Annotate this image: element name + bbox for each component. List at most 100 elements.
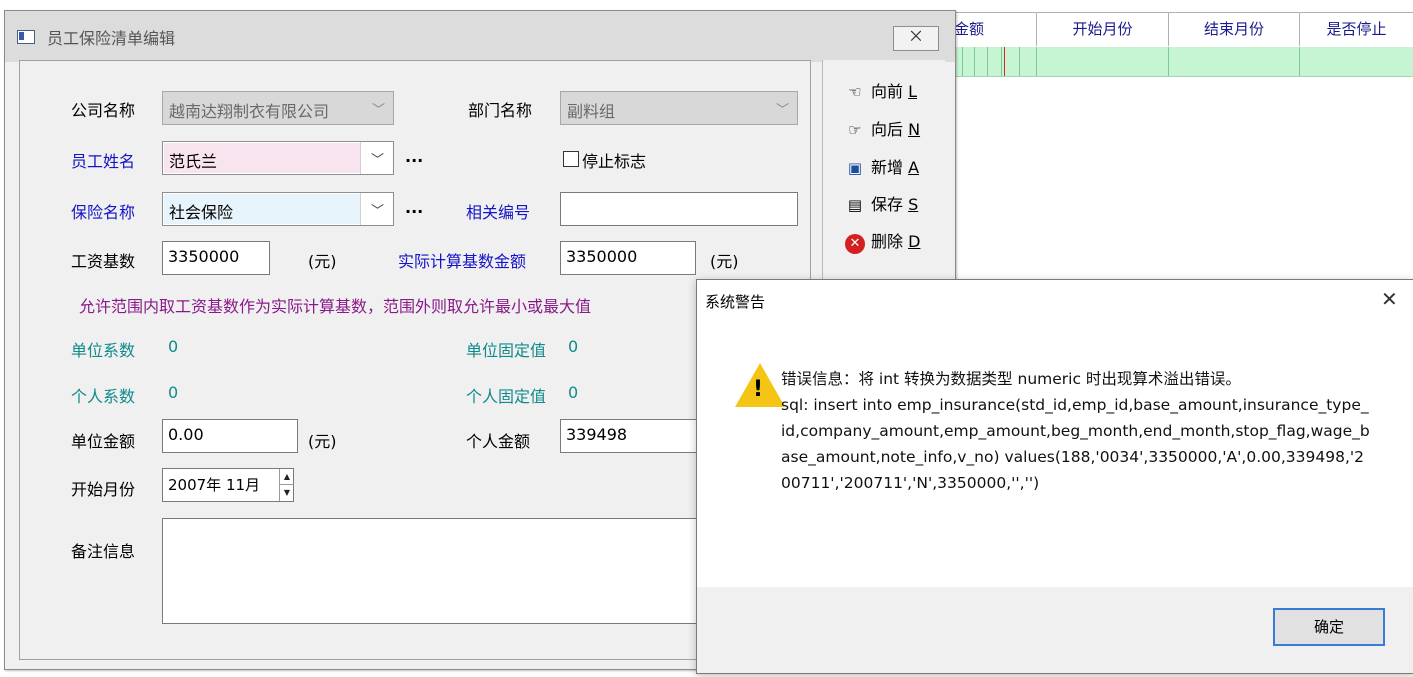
stop-flag-label: 停止标志 (582, 152, 647, 171)
company-amount-label: 单位金额 (71, 432, 136, 451)
dropdown-arrow[interactable]: ﹀ (360, 193, 393, 225)
close-icon: ⨉ (910, 29, 922, 45)
grid-cell[interactable] (975, 47, 988, 76)
company-label: 公司名称 (71, 101, 136, 120)
dialog-title: 系统警告 (705, 293, 766, 311)
grid-cell[interactable] (1169, 47, 1300, 76)
start-month-value: 2007年 11月 (168, 476, 261, 494)
employee-name-value: 范氏兰 (169, 152, 218, 171)
unit-yuan-label: (元) (710, 252, 739, 271)
insurance-lookup-button[interactable]: ... (405, 198, 423, 217)
personal-coef-value: 0 (168, 383, 179, 402)
top-strip (0, 0, 1413, 8)
grid-col-end-month[interactable]: 结束月份 (1169, 12, 1300, 46)
prev-key: L (908, 82, 918, 101)
ok-button[interactable]: 确定 (1273, 608, 1385, 646)
personal-coef-label: 个人系数 (71, 387, 136, 406)
grid-cell[interactable] (988, 47, 1002, 76)
employee-name-select[interactable]: 范氏兰 ﹀ (162, 141, 394, 175)
related-no-input[interactable] (560, 192, 798, 226)
personal-amount-label: 个人金额 (466, 432, 531, 451)
salary-base-label: 工资基数 (71, 252, 136, 271)
add-label: 新增 (871, 158, 909, 177)
company-fixed-value: 0 (568, 337, 579, 356)
title-bar[interactable]: 员工保险清单编辑 ⨉ (5, 11, 955, 62)
grid-col-amount[interactable]: 金额 (954, 12, 1037, 46)
insurance-name-value: 社会保险 (169, 203, 234, 222)
save-key: S (908, 195, 919, 214)
related-no-label: 相关编号 (466, 203, 531, 222)
unit-yuan-label: (元) (308, 252, 337, 271)
delete-label: 删除 (871, 232, 909, 251)
company-select[interactable]: 越南达翔制衣有限公司 ﹀ (162, 91, 394, 125)
actual-base-value: 3350000 (566, 247, 638, 266)
company-fixed-label: 单位固定值 (466, 341, 547, 360)
salary-base-value: 3350000 (168, 247, 240, 266)
personal-fixed-value: 0 (568, 383, 579, 402)
insurance-name-select[interactable]: 社会保险 ﹀ (162, 192, 394, 226)
form-panel: 公司名称 越南达翔制衣有限公司 ﹀ 部门名称 副料组 ﹀ 员工姓名 范氏兰 ﹀ … (19, 60, 811, 660)
actual-base-input[interactable]: 3350000 (560, 241, 696, 275)
grid-cell[interactable] (1020, 47, 1037, 76)
unit-yuan-label: (元) (308, 432, 337, 451)
new-record-icon: ▣ (847, 159, 863, 177)
note-textarea[interactable] (162, 518, 702, 624)
base-range-hint: 允许范围内取工资基数作为实际计算基数，范围外则取允许最小或最大值 (79, 297, 592, 316)
grid-col-stopped[interactable]: 是否停止 (1300, 12, 1413, 46)
stop-flag-checkbox[interactable] (563, 151, 579, 167)
prev-label: 向前 (871, 82, 909, 101)
prev-button[interactable]: ☜ 向前 L (845, 78, 917, 102)
system-warning-dialog: 系统警告 ✕ ! 错误信息：将 int 转换为数据类型 numeric 时出现算… (696, 279, 1413, 674)
add-key: A (908, 158, 920, 177)
hand-right-icon: ☞ (848, 121, 862, 139)
hand-left-icon: ☜ (848, 83, 862, 101)
next-label: 向后 (871, 120, 909, 139)
chevron-down-icon: ﹀ (371, 204, 385, 219)
company-amount-value: 0.00 (168, 425, 204, 444)
dialog-close-icon[interactable]: ✕ (1381, 287, 1398, 311)
error-info-text: 错误信息：将 int 转换为数据类型 numeric 时出现算术溢出错误。 (781, 370, 1241, 388)
chevron-down-icon: ﹀ (371, 103, 385, 118)
spin-up-icon[interactable]: ▲ (280, 469, 294, 485)
add-button[interactable]: ▣ 新增 A (845, 154, 919, 178)
window-title: 员工保险清单编辑 (47, 29, 176, 48)
save-button[interactable]: ▤ 保存 S (845, 191, 918, 215)
delete-button[interactable]: ✕ 删除 D (845, 228, 920, 254)
chevron-down-icon: ﹀ (371, 153, 385, 168)
next-button[interactable]: ☞ 向后 N (845, 116, 920, 140)
grid-cell[interactable] (1037, 47, 1169, 76)
dept-select[interactable]: 副料组 ﹀ (560, 91, 798, 125)
floppy-disk-icon: ▤ (847, 196, 863, 214)
company-value: 越南达翔制衣有限公司 (169, 102, 330, 121)
insurance-name-label: 保险名称 (71, 203, 136, 222)
close-button[interactable]: ⨉ (893, 26, 939, 51)
start-month-picker[interactable]: 2007年 11月 ▲ ▼ (162, 468, 294, 502)
grid-cell[interactable] (1005, 47, 1020, 76)
dept-value: 副料组 (567, 102, 616, 121)
next-key: N (908, 120, 921, 139)
month-spinner[interactable]: ▲ ▼ (279, 469, 294, 501)
grid-cell[interactable] (963, 47, 975, 76)
dept-label: 部门名称 (468, 101, 533, 120)
employee-name-label: 员工姓名 (71, 152, 136, 171)
dialog-message: 错误信息：将 int 转换为数据类型 numeric 时出现算术溢出错误。 sq… (781, 366, 1371, 496)
exclamation-icon: ! (753, 377, 764, 402)
grid-col-start-month[interactable]: 开始月份 (1037, 12, 1169, 46)
dropdown-arrow[interactable]: ﹀ (360, 142, 393, 174)
employee-lookup-button[interactable]: ... (405, 147, 423, 166)
chevron-down-icon: ﹀ (775, 103, 789, 118)
note-label: 备注信息 (71, 542, 136, 561)
spin-down-icon[interactable]: ▼ (280, 485, 294, 500)
personal-amount-value: 339498 (566, 425, 628, 444)
company-coef-value: 0 (168, 337, 179, 356)
save-label: 保存 (871, 195, 909, 214)
delete-key: D (908, 232, 921, 251)
company-coef-label: 单位系数 (71, 341, 136, 360)
actual-base-label: 实际计算基数金额 (398, 252, 527, 271)
personal-amount-input[interactable]: 339498 (560, 419, 698, 453)
window-icon (17, 30, 35, 44)
sql-text: sql: insert into emp_insurance(std_id,em… (781, 396, 1370, 492)
company-amount-input[interactable]: 0.00 (162, 419, 298, 453)
personal-fixed-label: 个人固定值 (466, 387, 547, 406)
salary-base-input[interactable]: 3350000 (162, 241, 270, 275)
